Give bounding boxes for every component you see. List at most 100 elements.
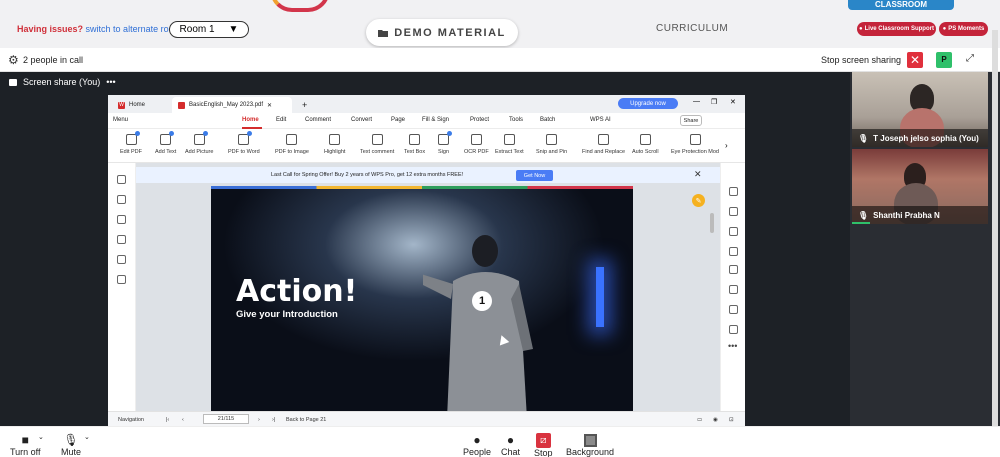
add-text-button[interactable]: Add Text: [155, 131, 176, 162]
menu-tools[interactable]: Tools: [509, 117, 523, 123]
folder-icon: [378, 29, 389, 37]
prev-page-icon[interactable]: ‹: [182, 417, 184, 423]
auto-scroll-button[interactable]: Auto Scroll: [632, 132, 659, 162]
text-comment-icon: [371, 134, 383, 145]
thumbnail-icon[interactable]: [117, 195, 126, 204]
expand-icon[interactable]: ⤢: [966, 53, 974, 64]
menu-edit[interactable]: Edit: [276, 117, 286, 123]
export-icon[interactable]: [729, 207, 738, 216]
menu-home[interactable]: Home: [242, 117, 259, 123]
upgrade-button[interactable]: Upgrade now: [618, 98, 678, 109]
alternate-room-link[interactable]: switch to alternate room: [86, 24, 182, 34]
edit-icon[interactable]: [729, 187, 738, 196]
maximize-icon[interactable]: ❐: [711, 98, 717, 106]
new-tab-button[interactable]: +: [296, 97, 313, 113]
translate-icon[interactable]: [729, 325, 738, 334]
edit-pdf-button[interactable]: Edit PDF: [120, 131, 142, 162]
last-page-icon[interactable]: ›|: [272, 417, 275, 423]
mic-options-chevron-icon[interactable]: ⌄: [84, 433, 90, 441]
mic-icon: 🎙: [858, 133, 869, 143]
help-icon[interactable]: [729, 305, 738, 314]
menu-comment[interactable]: Comment: [305, 117, 331, 123]
wps-tab-document[interactable]: BasicEnglish_May 2023.pdf ✕: [172, 97, 292, 113]
eye-mode-icon[interactable]: ◉: [713, 417, 718, 423]
chat-button[interactable]: ● Chat: [501, 427, 520, 457]
eye-protection-button[interactable]: Eye Protection Mod: [671, 132, 719, 162]
get-now-button[interactable]: Get Now: [516, 170, 553, 181]
back-to-page-link[interactable]: Back to Page 21: [286, 417, 326, 423]
snip-pin-button[interactable]: Snip and Pin: [536, 132, 567, 162]
live-support-button[interactable]: ● Live Classroom Support: [857, 22, 936, 36]
chevron-right-icon[interactable]: ›: [725, 141, 728, 150]
promo-banner: Last Call for Spring Offer! Buy 2 years …: [136, 167, 720, 183]
add-picture-button[interactable]: Add Picture: [185, 131, 214, 162]
participant-name-bar: 🎙 Shanthi Prabha N: [852, 206, 988, 224]
signature-icon[interactable]: [117, 255, 126, 264]
first-page-icon[interactable]: |‹: [166, 417, 169, 423]
ocr-pdf-button[interactable]: OCR PDF: [464, 132, 489, 162]
more-options-icon[interactable]: •••: [106, 77, 115, 87]
extract-text-button[interactable]: Extract Text: [495, 132, 524, 162]
curriculum-tab[interactable]: CURRICULUM: [656, 23, 728, 34]
page-scrollbar[interactable]: [992, 30, 998, 426]
promo-close-icon[interactable]: ✕: [694, 169, 702, 180]
page-icon[interactable]: [729, 265, 738, 274]
pdf-to-word-button[interactable]: PDF to Word: [228, 131, 260, 162]
people-button[interactable]: ● People: [463, 427, 491, 457]
call-bar: ⚙ 2 people in call Stop screen sharing ✕…: [0, 48, 1000, 72]
attachment-icon[interactable]: [117, 235, 126, 244]
sign-label: Sign: [438, 149, 450, 155]
camera-toggle-button[interactable]: ■ Turn off: [10, 427, 41, 457]
ps-moments-button[interactable]: ● PS Moments: [939, 22, 988, 36]
bookmark-icon[interactable]: [117, 175, 126, 184]
more-icon[interactable]: •••: [728, 341, 737, 351]
wps-tab-home[interactable]: W Home: [112, 97, 151, 113]
participant-tile[interactable]: 🎙 Shanthi Prabha N: [852, 149, 988, 224]
pencil-icon[interactable]: ✎: [692, 194, 705, 207]
room-selector[interactable]: Room 1 ▼: [169, 21, 249, 38]
find-replace-button[interactable]: Find and Replace: [582, 132, 625, 162]
stop-sharing-button[interactable]: ✕: [907, 52, 923, 68]
next-page-icon[interactable]: ›: [258, 417, 260, 423]
app-root: Having issues? switch to alternate room …: [0, 0, 1000, 457]
text-box-button[interactable]: Text Box: [404, 132, 425, 162]
sign-button[interactable]: Sign: [438, 131, 452, 162]
text-comment-button[interactable]: Text comment: [360, 132, 394, 162]
menu-batch[interactable]: Batch: [540, 117, 555, 123]
comment-icon[interactable]: [117, 215, 126, 224]
menu-page[interactable]: Page: [391, 117, 405, 123]
add-picture-label: Add Picture: [185, 149, 214, 155]
menu-fill-sign[interactable]: Fill & Sign: [422, 117, 449, 123]
participant-avatar[interactable]: P: [936, 52, 952, 68]
people-label: People: [463, 447, 492, 457]
navigation-label[interactable]: Navigation: [118, 417, 144, 423]
gear-icon[interactable]: ⚙: [8, 53, 19, 67]
minimize-icon[interactable]: —: [693, 98, 700, 105]
menu-protect[interactable]: Protect: [470, 117, 489, 123]
mic-toggle-button[interactable]: 🎙 Mute: [61, 427, 81, 457]
fit-page-icon[interactable]: ⊡: [729, 417, 734, 423]
menu-convert[interactable]: Convert: [351, 117, 372, 123]
background-button[interactable]: Background: [566, 427, 614, 457]
share-button[interactable]: Share: [680, 115, 702, 126]
demo-material-button[interactable]: DEMO MATERIAL: [366, 19, 518, 46]
page-number-input[interactable]: 21/115: [203, 414, 249, 424]
window-close-icon[interactable]: ✕: [730, 98, 736, 106]
read-mode-icon[interactable]: ▭: [697, 417, 702, 423]
menu-button[interactable]: Menu: [113, 117, 128, 123]
highlight-button[interactable]: Highlight: [324, 132, 345, 162]
zoom-icon[interactable]: [729, 285, 738, 294]
stop-sharing-label: Stop screen sharing: [821, 55, 902, 65]
participant-tile[interactable]: 🎙 T Joseph jelso sophia (You): [852, 72, 988, 147]
camera-options-chevron-icon[interactable]: ⌄: [38, 433, 44, 441]
menu-wps-ai[interactable]: WPS AI: [590, 117, 611, 123]
participant-name: T Joseph jelso sophia (You): [873, 133, 979, 143]
close-icon[interactable]: ✕: [267, 102, 272, 109]
document-scrollbar[interactable]: [710, 213, 714, 233]
pen-icon[interactable]: [729, 227, 738, 236]
pdf-to-word-icon: [238, 131, 253, 145]
stop-share-button[interactable]: ⧄ Stop: [534, 427, 553, 457]
adjust-icon[interactable]: [729, 247, 738, 256]
layers-icon[interactable]: [117, 275, 126, 284]
pdf-to-image-button[interactable]: PDF to Image: [275, 132, 309, 162]
